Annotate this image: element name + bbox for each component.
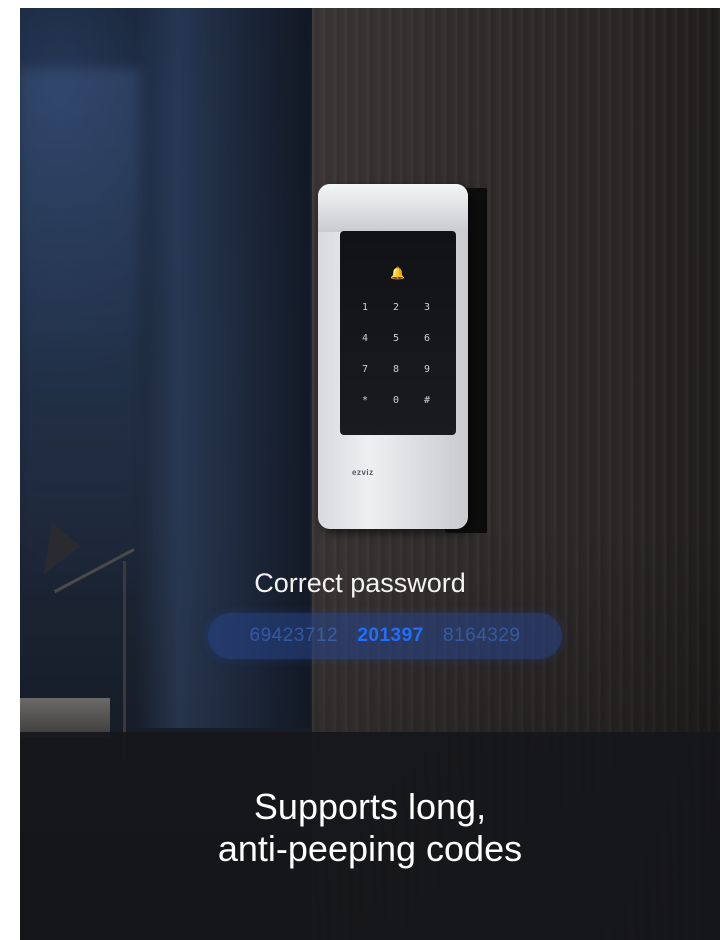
caption-correct-password: Correct password <box>254 568 466 598</box>
key-star: * <box>361 395 369 406</box>
key-8: 8 <box>392 364 400 375</box>
key-4: 4 <box>361 333 369 344</box>
key-3: 3 <box>423 302 431 313</box>
key-9: 9 <box>423 364 431 375</box>
key-2: 2 <box>392 302 400 313</box>
headline-line-2: anti-peeping codes <box>217 828 523 869</box>
brand-logo: ezviz <box>352 468 374 477</box>
key-hash: # <box>423 395 431 406</box>
headline-line-1: Supports long, <box>253 786 487 827</box>
password-suffix-noise: 8164329 <box>443 625 521 646</box>
bell-icon: 🔔 <box>390 266 405 280</box>
password-highlight: 201397 <box>357 625 424 646</box>
lock-cap <box>318 184 468 232</box>
key-1: 1 <box>361 302 369 313</box>
password-strip: 69423712 201397 8164329 <box>208 613 562 659</box>
password-prefix-noise: 69423712 <box>249 625 339 646</box>
smart-lock: 🔔 1 2 3 4 5 6 7 8 9 * 0 # ezviz <box>318 184 468 529</box>
key-6: 6 <box>423 333 431 344</box>
key-5: 5 <box>392 333 400 344</box>
window-light <box>20 68 140 588</box>
headline: Supports long, anti-peeping codes <box>20 786 720 870</box>
key-7: 7 <box>361 364 369 375</box>
key-0: 0 <box>392 395 400 406</box>
keypad: 🔔 1 2 3 4 5 6 7 8 9 * 0 # <box>340 231 456 435</box>
